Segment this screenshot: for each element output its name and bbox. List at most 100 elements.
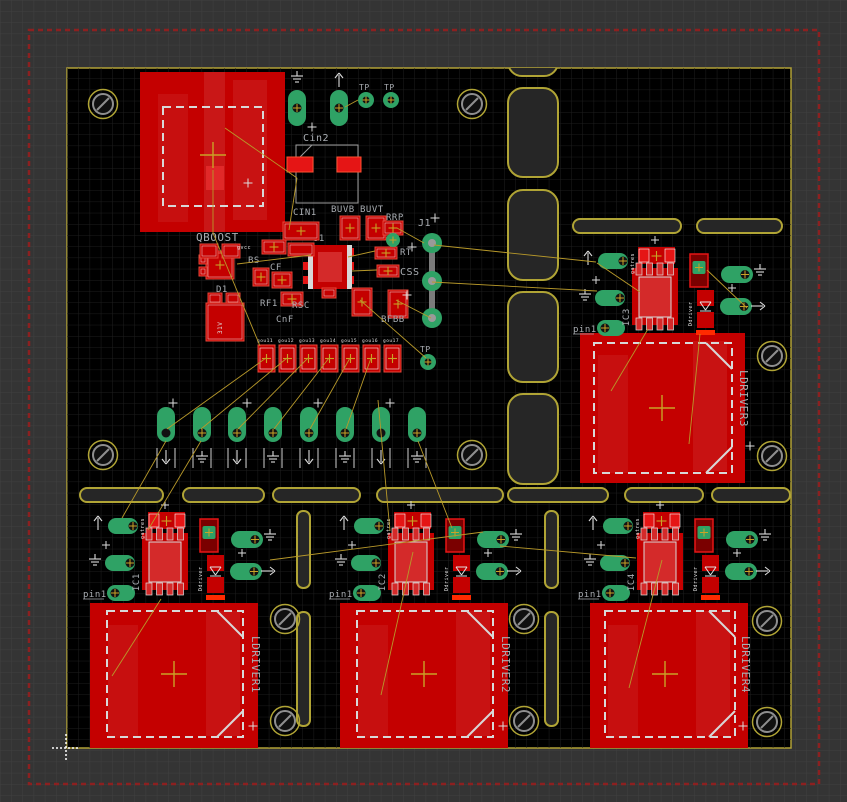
diode-pad[interactable] xyxy=(207,555,224,571)
component-label-ic4[interactable]: IC4 xyxy=(627,573,637,591)
diode-pad[interactable] xyxy=(702,577,719,593)
component-label[interactable]: RF1 xyxy=(260,299,278,309)
component-label-ic2[interactable]: IC2 xyxy=(378,573,388,591)
pcb-editor-canvas[interactable]: QBOOST LDRIVER1 LDRIVER2 LDRIVER4 LDRIVER3 Ci… xyxy=(0,0,847,802)
mounting-hole[interactable] xyxy=(458,441,487,470)
keepout-shape[interactable] xyxy=(508,488,608,502)
mounting-hole[interactable] xyxy=(510,707,539,736)
smd-component[interactable] xyxy=(375,247,397,259)
through-hole-pad-group[interactable] xyxy=(288,90,306,126)
smd-pad[interactable] xyxy=(175,514,185,527)
pcb-layout-drawing[interactable]: QBOOST LDRIVER1 LDRIVER2 LDRIVER4 LDRIVER3 Ci… xyxy=(0,0,847,802)
big-pad-ldriver2[interactable]: LDRIVER2 xyxy=(340,603,512,748)
pin1-label[interactable]: pin1 xyxy=(329,590,353,600)
smd-component[interactable] xyxy=(340,216,360,240)
smd-pad[interactable] xyxy=(395,514,405,527)
smd-component[interactable] xyxy=(322,288,336,298)
mounting-hole[interactable] xyxy=(89,90,118,119)
component-label[interactable]: CF xyxy=(270,263,282,273)
smd-component[interactable] xyxy=(206,303,244,341)
smd-component[interactable] xyxy=(226,293,240,304)
component-label-ddriver[interactable]: Ddriver xyxy=(693,566,699,591)
big-pad-ldriver4[interactable]: LDRIVER4 xyxy=(590,603,752,748)
smd-component[interactable] xyxy=(200,244,218,258)
through-hole-pad-group[interactable] xyxy=(408,407,426,442)
component-label-ddriver[interactable]: Ddriver xyxy=(198,566,204,591)
smd-pad[interactable] xyxy=(337,157,361,172)
mounting-hole[interactable] xyxy=(458,90,487,119)
component-label-j1[interactable]: J1 xyxy=(418,218,431,229)
big-pad-ldriver1[interactable]: LDRIVER1 xyxy=(90,603,262,748)
pin1-label[interactable]: pin1 xyxy=(83,590,107,600)
keepout-shape[interactable] xyxy=(573,219,681,233)
smd-component[interactable] xyxy=(388,290,408,318)
diode-pad[interactable] xyxy=(697,290,714,306)
keepout-shape[interactable] xyxy=(80,488,163,502)
mounting-hole[interactable] xyxy=(753,708,782,737)
diode-pad[interactable] xyxy=(697,312,714,328)
component-label-ic1[interactable]: IC1 xyxy=(132,573,142,591)
mounting-hole[interactable] xyxy=(510,605,539,634)
component-label[interactable]: CnF xyxy=(276,315,294,325)
keepout-shape[interactable] xyxy=(297,612,310,726)
smd-component[interactable] xyxy=(383,221,403,235)
component-label[interactable]: BUVB xyxy=(331,205,355,215)
smd-pad[interactable] xyxy=(639,249,649,262)
smd-body[interactable] xyxy=(206,303,244,341)
smd-pad[interactable] xyxy=(670,514,680,527)
through-hole-pad-group[interactable] xyxy=(336,407,354,442)
mounting-hole[interactable] xyxy=(271,707,300,736)
smd-pad[interactable] xyxy=(665,249,675,262)
mounting-hole[interactable] xyxy=(758,442,787,471)
smd-component[interactable] xyxy=(377,265,399,277)
smd-component[interactable] xyxy=(199,267,207,276)
through-hole-pad-group[interactable] xyxy=(300,407,318,442)
keepout-shape[interactable] xyxy=(508,190,558,280)
component-label-ldriver1[interactable]: LDRIVER1 xyxy=(249,636,262,693)
diode-pad[interactable] xyxy=(453,555,470,571)
keepout-shape[interactable] xyxy=(712,488,790,502)
through-hole-pad-group[interactable] xyxy=(228,407,246,442)
component-label[interactable]: RT xyxy=(400,248,412,258)
smd-pad[interactable] xyxy=(421,514,431,527)
mounting-hole[interactable] xyxy=(89,441,118,470)
pin1-label[interactable]: pin1 xyxy=(578,590,602,600)
component-label-qboost[interactable]: QBOOST xyxy=(196,231,239,244)
big-pad-ldriver3[interactable]: LDRIVER3 xyxy=(580,333,750,483)
keepout-shape[interactable] xyxy=(183,488,264,502)
smd-pad[interactable] xyxy=(287,157,313,172)
pin1-label[interactable]: pin1 xyxy=(573,325,597,335)
component-label[interactable]: RSC xyxy=(292,301,310,311)
keepout-shape[interactable] xyxy=(273,488,360,502)
component-label[interactable]: CSS xyxy=(400,267,420,278)
smd-component[interactable] xyxy=(253,268,269,286)
smd-component[interactable] xyxy=(288,243,314,256)
mounting-hole[interactable] xyxy=(753,607,782,636)
through-hole-pad-group[interactable] xyxy=(330,90,348,126)
component-label[interactable]: BFBB xyxy=(381,315,405,325)
smd-body[interactable] xyxy=(199,267,207,276)
tp-label[interactable]: TP xyxy=(384,83,395,92)
smd-pad[interactable] xyxy=(644,514,654,527)
component-label-cin2[interactable]: Cin2 xyxy=(303,133,329,144)
through-hole-pad-group[interactable] xyxy=(157,407,175,442)
component-label-ldriver3[interactable]: LDRIVER3 xyxy=(737,370,750,427)
smd-component[interactable] xyxy=(272,272,292,288)
tp-label[interactable]: TP xyxy=(359,83,370,92)
keepout-shape[interactable] xyxy=(625,488,703,502)
component-label[interactable]: CIN1 xyxy=(293,208,317,218)
keepout-shape[interactable] xyxy=(297,511,310,588)
keepout-shape[interactable] xyxy=(545,511,558,588)
tp-label[interactable]: TP xyxy=(420,345,431,354)
component-label-ic3[interactable]: IC3 xyxy=(622,308,632,326)
component-label[interactable]: D1 xyxy=(216,285,228,295)
big-pad-qboost[interactable]: QBOOST xyxy=(140,72,285,244)
keepout-shape[interactable] xyxy=(697,219,782,233)
keepout-shape[interactable] xyxy=(545,612,558,726)
mounting-hole[interactable] xyxy=(271,605,300,634)
component-label-ddriver[interactable]: Ddriver xyxy=(444,566,450,591)
mounting-hole[interactable] xyxy=(758,342,787,371)
keepout-shape[interactable] xyxy=(377,488,503,502)
keepout-shape[interactable] xyxy=(508,88,558,177)
component-label[interactable]: RRP xyxy=(386,213,404,223)
